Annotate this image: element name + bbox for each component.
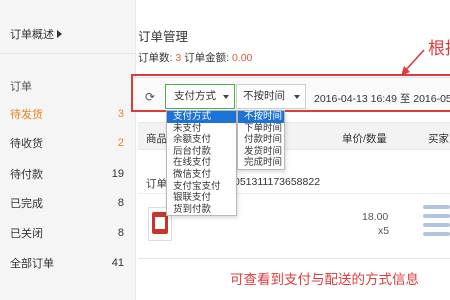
sidebar-item-count: 8 <box>117 197 124 209</box>
sidebar-item-count: 3 <box>117 108 124 120</box>
amount-label: 订单金额: <box>181 52 232 64</box>
sidebar-item-pending-pay[interactable]: 待付款 19 <box>10 166 124 182</box>
dropdown-option[interactable]: 完成时间 <box>238 157 284 169</box>
sidebar-item-label: 待发货 <box>10 109 43 121</box>
quantity: x5 <box>378 225 390 237</box>
sidebar-item-completed[interactable]: 已完成 8 <box>10 195 124 211</box>
dropdown-option[interactable]: 后台付款 <box>167 146 236 158</box>
sidebar-item-overview[interactable]: 订单概述 <box>10 26 62 42</box>
sidebar-item-count: 19 <box>111 168 124 180</box>
annotation-highlight-box <box>131 74 450 112</box>
dropdown-option[interactable]: 微信支付 <box>167 169 236 181</box>
row-divider <box>138 258 450 259</box>
dropdown-option[interactable]: 发货时间 <box>238 146 284 158</box>
dropdown-option[interactable]: 支付宝支付 <box>167 181 236 193</box>
payment-method-dropdown: 支付方式 未支付 余额支付 后台付款 在线支付 微信支付 支付宝支付 银联支付 … <box>166 110 237 217</box>
annotation-bottom-text: 可查看到支付与配送的方式信息 <box>230 272 419 287</box>
overview-label: 订单概述 <box>10 29 54 41</box>
sidebar-item-label: 已完成 <box>10 198 43 210</box>
dropdown-option[interactable]: 不按时间 <box>238 111 284 123</box>
sidebar-item-count: 2 <box>117 137 124 149</box>
sidebar-item-pending-ship[interactable]: 待发货 3 <box>10 106 124 122</box>
dropdown-option[interactable]: 付款时间 <box>238 134 284 146</box>
order-number: 051311173658822 <box>234 176 321 188</box>
buyer-info-blurred <box>423 205 450 245</box>
order-summary: 订单数: 3 订单金额: 0.00 <box>138 50 252 65</box>
count-label: 订单数: <box>138 52 176 64</box>
sidebar-section-title: 订单 <box>10 81 32 93</box>
dropdown-option[interactable]: 货到付款 <box>167 204 236 216</box>
unit-price: 18.00 <box>362 211 389 223</box>
dropdown-option[interactable]: 支付方式 <box>167 111 236 123</box>
dropdown-option[interactable]: 未支付 <box>167 123 236 135</box>
sidebar-divider <box>0 53 136 54</box>
sidebar-item-closed[interactable]: 已关闭 8 <box>10 225 124 241</box>
header-price-qty: 单价/数量 <box>342 133 387 145</box>
sidebar-item-label: 全部订单 <box>10 258 54 270</box>
dropdown-option[interactable]: 下单时间 <box>238 123 284 135</box>
sidebar-item-label: 待付款 <box>10 169 43 181</box>
sidebar-item-pending-receive[interactable]: 待收货 2 <box>10 135 124 151</box>
header-buyer: 买家 <box>428 133 449 145</box>
page-title: 订单管理 <box>138 30 189 44</box>
dropdown-option[interactable]: 余额支付 <box>167 134 236 146</box>
dropdown-option[interactable]: 银联支付 <box>167 192 236 204</box>
chevron-right-icon <box>57 30 62 38</box>
dropdown-option[interactable]: 在线支付 <box>167 157 236 169</box>
annotation-top-text: 根据 <box>428 39 450 58</box>
sidebar-item-all-orders[interactable]: 全部订单 41 <box>10 255 124 271</box>
amount-value: 0.00 <box>231 52 253 64</box>
sidebar-item-count: 8 <box>117 227 124 239</box>
order-label: 订单 <box>146 178 167 190</box>
time-filter-dropdown: 不按时间 下单时间 付款时间 发货时间 完成时间 <box>237 110 285 170</box>
sidebar-item-count: 41 <box>111 257 124 269</box>
sidebar-item-label: 已关闭 <box>10 228 43 240</box>
header-product: 商品 <box>146 133 167 145</box>
sidebar-item-label: 待收货 <box>10 138 43 150</box>
